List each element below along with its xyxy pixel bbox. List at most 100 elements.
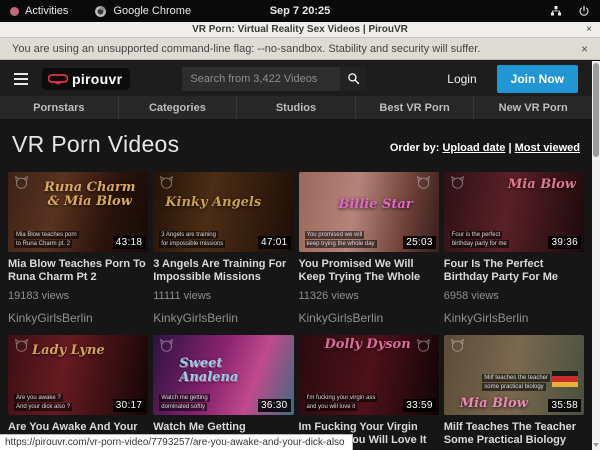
menu-item-new[interactable]: New VR Porn — [473, 96, 592, 119]
studio-link[interactable]: KinkyGirlsBerlin — [8, 311, 148, 325]
video-card[interactable]: Dolly Dyson I'm fucking your virgin assa… — [299, 335, 439, 450]
warning-text: You are using an unsupported command-lin… — [12, 43, 480, 55]
video-thumbnail[interactable]: Dolly Dyson I'm fucking your virgin assa… — [299, 335, 439, 415]
video-thumbnail[interactable]: Billie Star You promised we willkeep try… — [299, 172, 439, 252]
login-link[interactable]: Login — [437, 72, 486, 86]
duration-badge: 43:18 — [113, 236, 146, 249]
video-title[interactable]: Milf Teaches The Teacher Some Practical … — [444, 421, 584, 447]
thumbnail-overlay-name: Runa Charm & Mia Blow — [39, 181, 140, 209]
menu-item-pornstars[interactable]: Pornstars — [0, 96, 118, 119]
thumbnail-overlay-name: Lady Lyne — [32, 344, 105, 358]
menu-item-best[interactable]: Best VR Porn — [355, 96, 474, 119]
thumbnail-overlay-name: Kinky Angels — [165, 196, 261, 210]
order-upload-date-link[interactable]: Upload date — [442, 142, 505, 154]
activities-label: Activities — [25, 5, 68, 17]
view-count: 11111 views — [153, 290, 293, 302]
video-thumbnail[interactable]: Sweet Analena Watch me gettingdominated … — [153, 335, 293, 415]
activities-button[interactable]: Activities — [10, 5, 68, 17]
video-title[interactable]: Four Is The Perfect Birthday Party For M… — [444, 258, 584, 284]
studio-watermark-icon — [14, 176, 29, 189]
main-menu: Pornstars Categories Studios Best VR Por… — [0, 96, 592, 119]
thumbnail-caption: You promised we willkeep trying the whol… — [305, 230, 377, 248]
studio-link[interactable]: KinkyGirlsBerlin — [153, 311, 293, 325]
search-icon — [347, 72, 360, 85]
studio-watermark-icon — [159, 176, 174, 189]
video-grid: Runa Charm & Mia Blow Mia Blow teaches p… — [8, 172, 584, 450]
video-card[interactable]: Mia Blow Four is the perfectbirthday par… — [444, 172, 584, 325]
thumbnail-caption: Watch me gettingdominated softly — [159, 393, 209, 411]
duration-badge: 47:01 — [258, 236, 291, 249]
sandbox-warning-bar: You are using an unsupported command-lin… — [0, 38, 600, 60]
scrollbar-down-arrow-icon[interactable] — [593, 443, 599, 447]
video-thumbnail[interactable]: Runa Charm & Mia Blow Mia Blow teaches p… — [8, 172, 148, 252]
thumbnail-caption: I'm fucking your virgin assand you will … — [305, 393, 378, 411]
video-title[interactable]: 3 Angels Are Training For Impossible Mis… — [153, 258, 293, 284]
thumbnail-overlay-name: Sweet Analena — [179, 357, 280, 385]
hamburger-menu-icon[interactable] — [14, 73, 28, 85]
order-separator: | — [508, 142, 511, 154]
duration-badge: 36:30 — [258, 399, 291, 412]
tab-close-icon[interactable]: × — [586, 24, 592, 35]
studio-watermark-icon — [416, 176, 431, 189]
duration-badge: 35:58 — [548, 399, 581, 412]
order-by-label: Order by: — [390, 142, 440, 154]
window-title: VR Porn: Virtual Reality Sex Videos | Pi… — [192, 24, 408, 35]
studio-watermark-icon — [14, 339, 29, 352]
duration-badge: 30:17 — [113, 399, 146, 412]
duration-badge: 25:03 — [403, 236, 436, 249]
page-title: VR Porn Videos — [12, 131, 179, 158]
studio-link[interactable]: KinkyGirlsBerlin — [444, 311, 584, 325]
video-card[interactable]: Runa Charm & Mia Blow Mia Blow teaches p… — [8, 172, 148, 325]
studio-watermark-icon — [159, 339, 174, 352]
view-count: 11326 views — [299, 290, 439, 302]
video-thumbnail[interactable]: Mia Blow Milf teaches the teachersome pr… — [444, 335, 584, 415]
video-card[interactable]: Kinky Angels 3 Angels are trainingfor im… — [153, 172, 293, 325]
video-card[interactable]: Sweet Analena Watch me gettingdominated … — [153, 335, 293, 450]
video-title[interactable]: You Promised We Will Keep Trying The Who… — [299, 258, 439, 284]
menu-item-categories[interactable]: Categories — [118, 96, 237, 119]
video-card[interactable]: Lady Lyne Are you awake ?And your dick a… — [8, 335, 148, 450]
thumbnail-overlay-name: Mia Blow — [460, 397, 528, 411]
browser-scrollbar[interactable] — [592, 61, 600, 450]
order-most-viewed-link[interactable]: Most viewed — [515, 142, 580, 154]
app-menu-label: Google Chrome — [113, 5, 191, 17]
duration-badge: 39:36 — [548, 236, 581, 249]
search-input[interactable] — [182, 67, 340, 91]
network-icon[interactable] — [550, 5, 562, 17]
scrollbar-thumb[interactable] — [593, 63, 599, 157]
video-card[interactable]: Mia Blow Milf teaches the teachersome pr… — [444, 335, 584, 450]
thumbnail-caption: Four is the perfectbirthday party for me — [450, 230, 509, 248]
site-logo[interactable]: pirouvr — [42, 68, 130, 90]
browser-title-bar: VR Porn: Virtual Reality Sex Videos | Pi… — [0, 22, 600, 38]
thumbnail-overlay-name: Billie Star — [339, 198, 413, 212]
thumbnail-caption: Mia Blow teaches pornto Runa Charm pt. 2 — [14, 230, 79, 248]
view-count: 19183 views — [8, 290, 148, 302]
site-logo-text: pirouvr — [72, 71, 122, 87]
join-now-button[interactable]: Join Now — [497, 65, 578, 93]
thumbnail-overlay-name: Mia Blow — [508, 178, 576, 192]
studio-watermark-icon — [450, 176, 465, 189]
video-card[interactable]: Billie Star You promised we willkeep try… — [299, 172, 439, 325]
power-icon[interactable] — [578, 5, 590, 17]
chrome-icon — [94, 5, 107, 18]
video-thumbnail[interactable]: Lady Lyne Are you awake ?And your dick a… — [8, 335, 148, 415]
studio-watermark-icon — [450, 339, 465, 352]
video-thumbnail[interactable]: Mia Blow Four is the perfectbirthday par… — [444, 172, 584, 252]
video-title[interactable]: Mia Blow Teaches Porn To Runa Charm Pt 2 — [8, 258, 148, 284]
video-thumbnail[interactable]: Kinky Angels 3 Angels are trainingfor im… — [153, 172, 293, 252]
vr-goggles-icon — [48, 73, 68, 85]
studio-link[interactable]: KinkyGirlsBerlin — [299, 311, 439, 325]
thumbnail-caption: Are you awake ?And your dick also ? — [14, 393, 72, 411]
system-top-bar: Activities Google Chrome Sep 7 20:25 — [0, 0, 600, 22]
duration-badge: 33:59 — [403, 399, 436, 412]
search-button[interactable] — [340, 67, 366, 91]
site-header: pirouvr Login Join Now — [0, 61, 592, 96]
view-count: 6958 views — [444, 290, 584, 302]
warning-close-icon[interactable]: × — [581, 42, 588, 56]
menu-item-studios[interactable]: Studios — [236, 96, 355, 119]
page-viewport: pirouvr Login Join Now Pornstars Categor… — [0, 61, 592, 450]
status-url-bar: https://pirouvr.com/vr-porn-video/779325… — [0, 434, 353, 450]
system-clock[interactable]: Sep 7 20:25 — [0, 5, 600, 17]
activities-indicator-icon — [10, 7, 19, 16]
app-menu-button[interactable]: Google Chrome — [94, 5, 191, 18]
